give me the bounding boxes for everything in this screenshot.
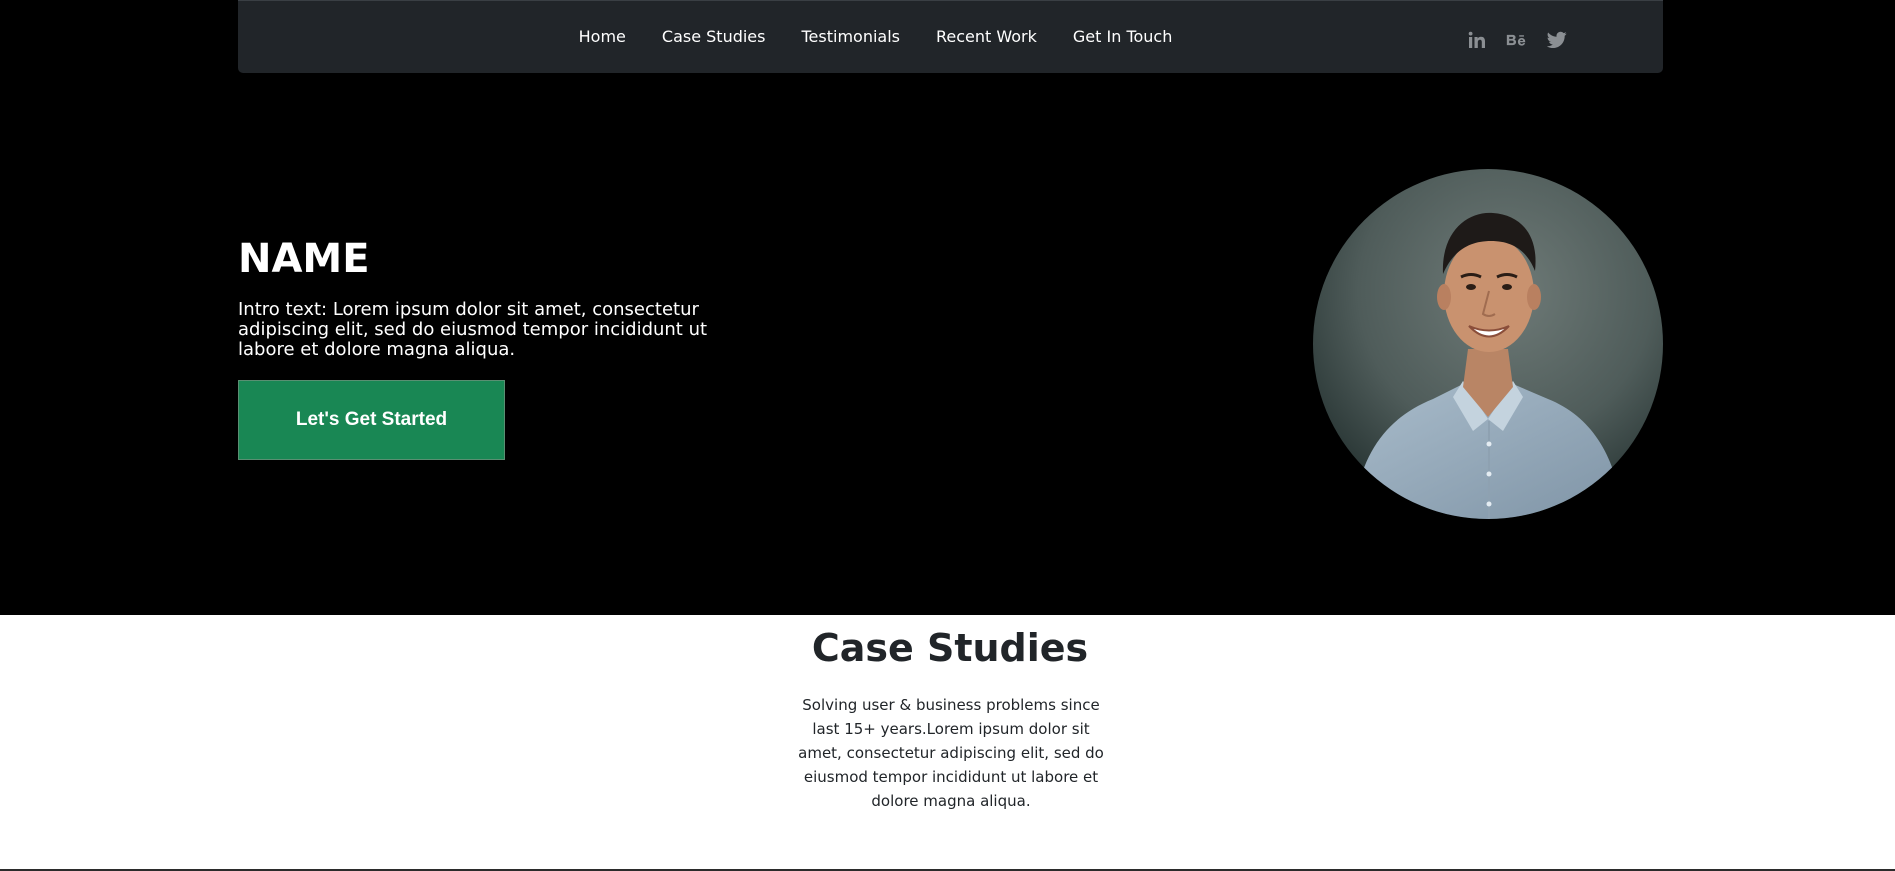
nav-link-recent-work[interactable]: Recent Work [936,27,1037,46]
hero-text-block: NAME Intro text: Lorem ipsum dolor sit a… [238,232,758,360]
behance-icon[interactable] [1506,29,1528,51]
twitter-icon[interactable] [1546,29,1568,51]
case-studies-title: Case Studies [811,626,1089,670]
nav-link-testimonials[interactable]: Testimonials [801,27,900,46]
nav-link-home[interactable]: Home [579,27,626,46]
profile-photo [1313,169,1663,519]
case-studies-description: Solving user & business problems since l… [798,696,1104,810]
nav-links: Home Case Studies Testimonials Recent Wo… [238,27,1663,46]
hero-intro: Intro text: Lorem ipsum dolor sit amet, … [238,299,708,360]
nav-link-get-in-touch[interactable]: Get In Touch [1073,27,1172,46]
linkedin-icon[interactable] [1466,29,1488,51]
get-started-button[interactable]: Let's Get Started [238,380,505,460]
nav-link-case-studies[interactable]: Case Studies [662,27,766,46]
navbar: Home Case Studies Testimonials Recent Wo… [238,0,1663,73]
social-links [1466,29,1568,51]
hero-name: NAME [238,236,370,282]
